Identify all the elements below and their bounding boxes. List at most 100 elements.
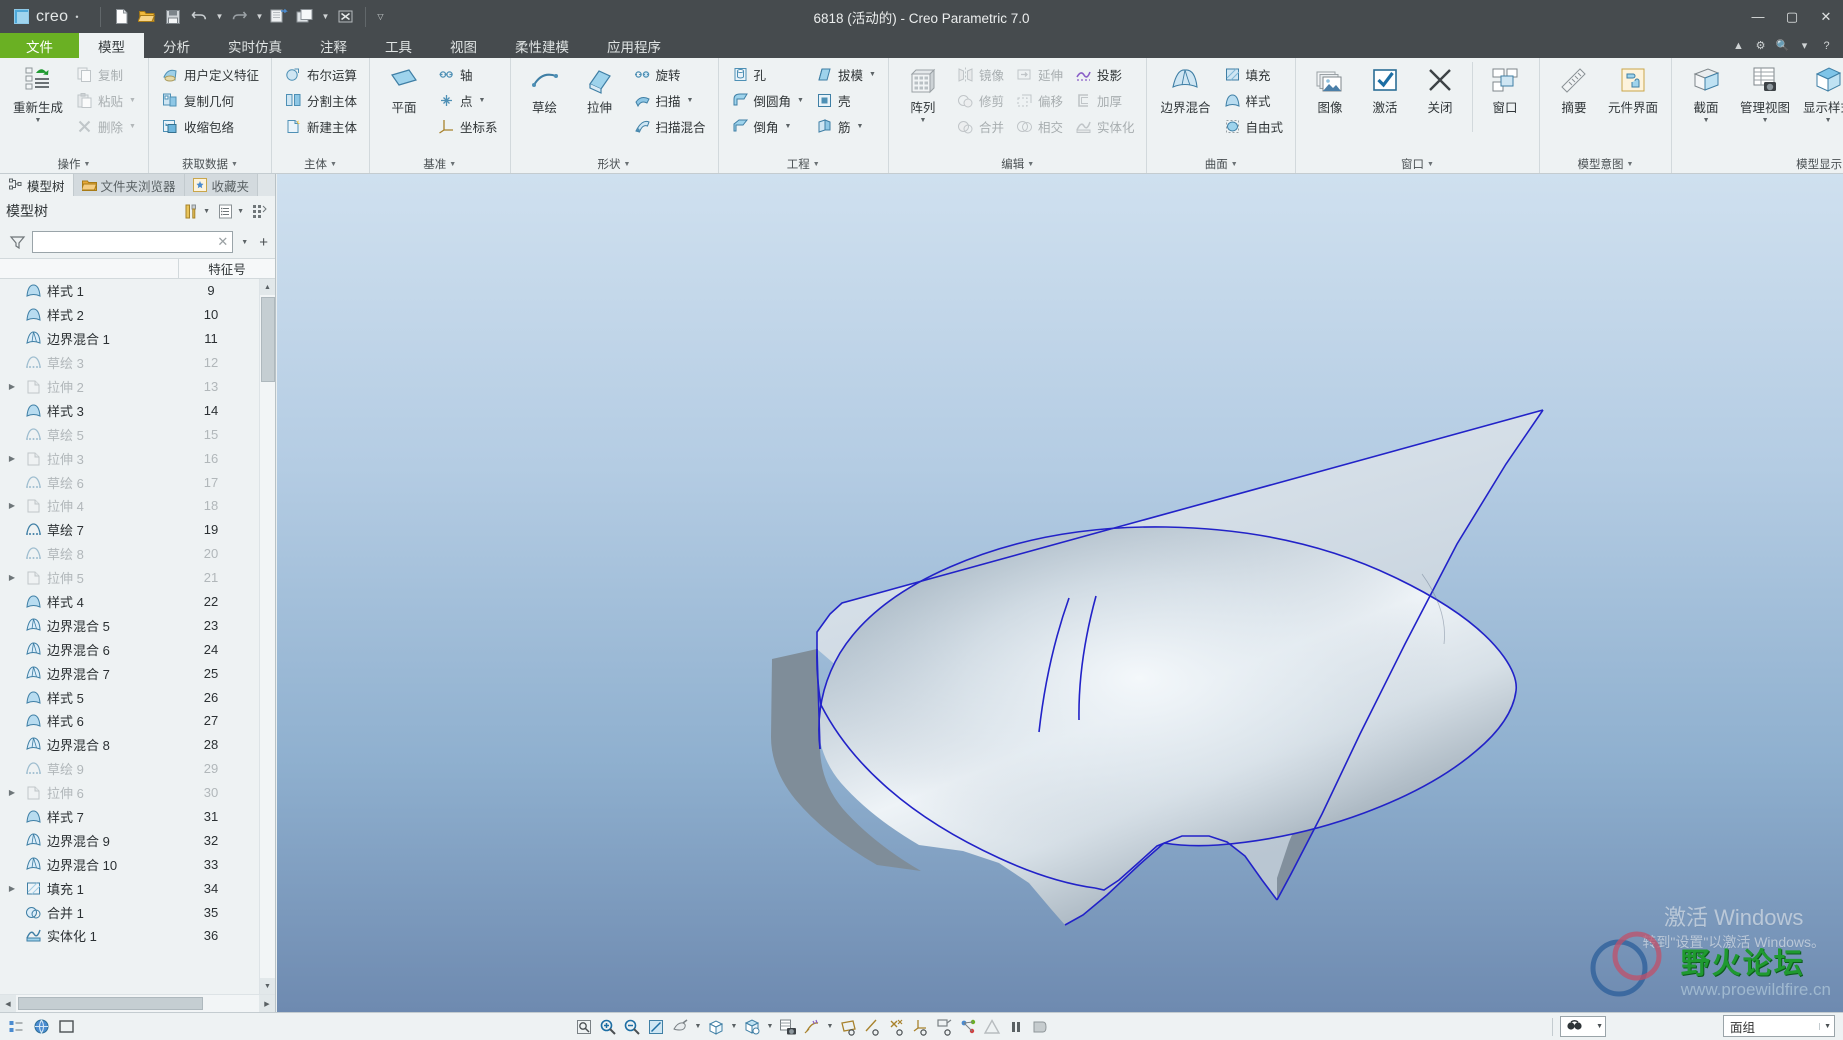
- merge-button[interactable]: 合并: [951, 114, 1009, 139]
- model-tree-row[interactable]: 样式 6 27: [0, 709, 259, 733]
- draft-caret-icon[interactable]: ▼: [869, 71, 876, 78]
- annotation-display-icon[interactable]: [933, 1016, 955, 1038]
- model-tree-row[interactable]: 边界混合 1 11: [0, 327, 259, 351]
- clear-search-icon[interactable]: ✕: [217, 234, 228, 250]
- section-button[interactable]: 截面 ▼: [1679, 62, 1733, 125]
- paste-button[interactable]: 粘贴 ▼: [70, 88, 141, 113]
- rib-caret-icon[interactable]: ▼: [857, 123, 864, 130]
- copy-geometry-button[interactable]: 复制几何: [156, 88, 264, 113]
- minimize-button[interactable]: —: [1741, 0, 1775, 33]
- tree-row-name[interactable]: 边界混合 6: [0, 640, 163, 659]
- tree-row-name[interactable]: 实体化 1: [0, 926, 163, 945]
- zoom-out-icon[interactable]: [621, 1016, 643, 1038]
- model-tree-row[interactable]: 样式 1 9: [0, 279, 259, 303]
- scroll-down-button[interactable]: ▼: [259, 978, 275, 994]
- undo-icon[interactable]: [187, 5, 211, 29]
- warning-icon[interactable]: [981, 1016, 1003, 1038]
- delete-button[interactable]: 删除 ▼: [70, 114, 141, 139]
- display-style-status-icon[interactable]: [705, 1016, 727, 1038]
- datum-display-icon[interactable]: [801, 1016, 823, 1038]
- vscroll-track[interactable]: [259, 295, 275, 978]
- thicken-button[interactable]: 加厚: [1069, 88, 1140, 113]
- open-file-icon[interactable]: [135, 5, 159, 29]
- mirror-button[interactable]: 镜像: [951, 62, 1009, 87]
- model-tree-row[interactable]: ▶ 拉伸 3 16: [0, 446, 259, 470]
- view-toolbar[interactable]: ▼ ▼ ▼ ▼: [573, 1016, 1051, 1038]
- tree-row-name[interactable]: ▶ 拉伸 4: [0, 496, 163, 515]
- tree-row-name[interactable]: 样式 4: [0, 592, 163, 611]
- group-label-datum[interactable]: 基准 ▼: [373, 155, 507, 173]
- model-tree-row[interactable]: 草绘 6 17: [0, 470, 259, 494]
- section-camera-icon[interactable]: [777, 1016, 799, 1038]
- browser-toggle-icon[interactable]: [30, 1016, 52, 1038]
- manage-views-caret-icon[interactable]: ▼: [1762, 117, 1769, 125]
- regenerate-button[interactable]: 重新生成 ▼: [7, 62, 69, 125]
- round-caret-icon[interactable]: ▼: [797, 97, 804, 104]
- hole-button[interactable]: 孔: [726, 62, 809, 87]
- tree-row-name[interactable]: 草绘 8: [0, 544, 163, 563]
- filter-icon[interactable]: [8, 233, 27, 252]
- tree-row-name[interactable]: 样式 3: [0, 401, 163, 420]
- tree-row-name[interactable]: 样式 2: [0, 305, 163, 324]
- sweep-button[interactable]: 扫描 ▼: [628, 88, 711, 113]
- new-body-button[interactable]: 新建主体: [279, 114, 362, 139]
- tree-row-name[interactable]: ▶ 拉伸 2: [0, 377, 163, 396]
- group-label-surfaces[interactable]: 曲面 ▼: [1150, 155, 1292, 173]
- tab-tools[interactable]: 工具: [366, 33, 431, 58]
- tree-tools-button[interactable]: ▼: [182, 202, 210, 221]
- shrinkwrap-button[interactable]: 收缩包络: [156, 114, 264, 139]
- scroll-up-button[interactable]: ▲: [259, 279, 275, 295]
- group-label-window[interactable]: 窗口 ▼: [1299, 155, 1536, 173]
- copy-button[interactable]: 复制: [70, 62, 141, 87]
- model-tree-row[interactable]: ▶ 拉伸 4 18: [0, 494, 259, 518]
- ribbon-tab-strip[interactable]: 文件 模型 分析 实时仿真 注释 工具 视图 柔性建模 应用程序 ▲ ⚙ 🔍 ▾?: [0, 33, 1843, 58]
- tree-row-name[interactable]: 边界混合 10: [0, 855, 163, 874]
- group-label-shapes[interactable]: 形状 ▼: [514, 155, 715, 173]
- tab-annotate[interactable]: 注释: [301, 33, 366, 58]
- qat-customize-icon[interactable]: ▽: [374, 5, 386, 29]
- find-icon[interactable]: [1565, 1017, 1584, 1036]
- tree-row-name[interactable]: 样式 6: [0, 711, 163, 730]
- model-tree-vertical-scrollbar[interactable]: ▲ ▼: [259, 279, 275, 994]
- refit-icon[interactable]: [645, 1016, 667, 1038]
- boundary-blend-button[interactable]: 边界混合: [1154, 62, 1216, 116]
- group-label-model-display[interactable]: 模型显示▼: [1675, 155, 1843, 173]
- model-tree-row[interactable]: 草绘 5 15: [0, 422, 259, 446]
- extend-button[interactable]: 延伸: [1010, 62, 1068, 87]
- freestyle-button[interactable]: 自由式: [1218, 114, 1289, 139]
- resume-icon[interactable]: [1029, 1016, 1051, 1038]
- model-tree-row[interactable]: 边界混合 10 33: [0, 852, 259, 876]
- redo-icon[interactable]: [227, 5, 251, 29]
- scroll-right-button[interactable]: ▶: [259, 995, 275, 1012]
- group-label-bodies[interactable]: 主体 ▼: [275, 155, 366, 173]
- model-tree-row[interactable]: 边界混合 7 25: [0, 661, 259, 685]
- help-icon[interactable]: ?: [1818, 37, 1835, 55]
- offset-button[interactable]: 偏移: [1010, 88, 1068, 113]
- trim-button[interactable]: 修剪: [951, 88, 1009, 113]
- delete-caret-icon[interactable]: ▼: [129, 123, 136, 130]
- search-small-icon[interactable]: 🔍: [1774, 37, 1791, 55]
- tree-row-name[interactable]: 草绘 5: [0, 425, 163, 444]
- repaint-icon[interactable]: [573, 1016, 595, 1038]
- tree-row-name[interactable]: 样式 1: [0, 281, 163, 300]
- sketch-button[interactable]: 草绘: [518, 62, 572, 116]
- model-tree-search-input[interactable]: ✕: [32, 231, 234, 253]
- chamfer-caret-icon[interactable]: ▼: [785, 123, 792, 130]
- shell-button[interactable]: 壳: [810, 88, 881, 113]
- hscroll-track[interactable]: [16, 995, 259, 1012]
- tree-row-name[interactable]: ▶ 填充 1: [0, 879, 163, 898]
- summary-button[interactable]: 摘要: [1547, 62, 1601, 116]
- selection-filter-caret-icon[interactable]: ▼: [1819, 1022, 1831, 1030]
- redo-dropdown-icon[interactable]: ▼: [253, 5, 265, 29]
- appearance-icon[interactable]: [669, 1016, 691, 1038]
- regenerate-caret-icon[interactable]: ▼: [35, 117, 42, 125]
- column-header-name[interactable]: [0, 259, 179, 278]
- solidify-button[interactable]: 实体化: [1069, 114, 1140, 139]
- model-tree-row[interactable]: 边界混合 9 32: [0, 828, 259, 852]
- ribbon-right-controls[interactable]: ▲ ⚙ 🔍 ▾?: [1730, 33, 1839, 58]
- model-tree-rows[interactable]: 样式 1 9 样式 2 10 边界混合 1 11 草绘 3 12 ▶ 拉伸 2 13 样式 3 14 草绘…: [0, 279, 259, 994]
- window-controls[interactable]: — ▢ ✕: [1741, 0, 1843, 33]
- boolean-button[interactable]: 布尔运算: [279, 62, 362, 87]
- add-filter-icon[interactable]: +: [256, 234, 271, 251]
- group-label-engineering[interactable]: 工程 ▼: [722, 155, 885, 173]
